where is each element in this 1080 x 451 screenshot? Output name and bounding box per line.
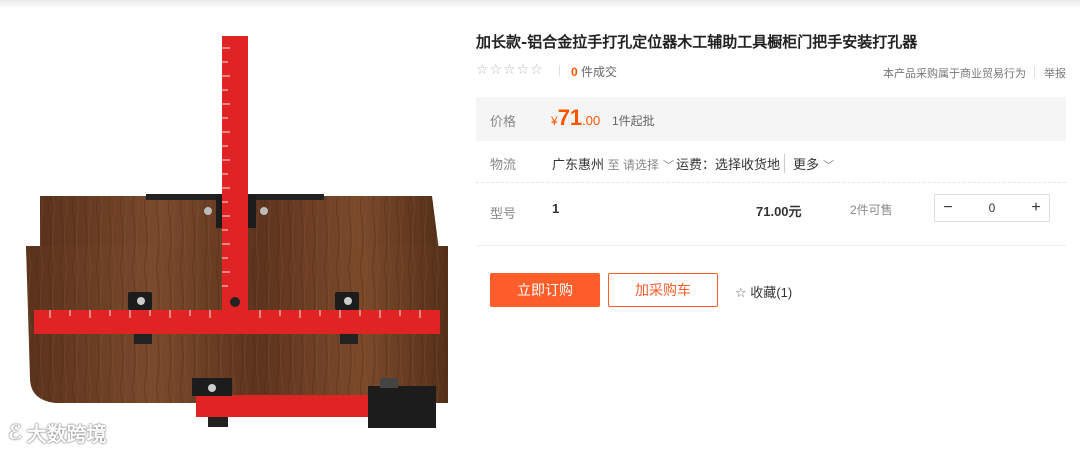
destination-select[interactable]: 至 请选择 — [608, 158, 659, 172]
decrease-button[interactable]: − — [935, 199, 961, 217]
star-icon: ☆ — [735, 285, 747, 300]
top-shadow-bar — [0, 0, 1080, 8]
chevron-down-icon: ﹀ — [662, 160, 674, 172]
divider: | — [558, 63, 562, 77]
price-decimal: .00 — [582, 113, 601, 128]
quantity-input[interactable]: 0 — [961, 201, 1023, 215]
divider — [476, 182, 1066, 183]
chevron-down-icon: ﹀ — [823, 160, 835, 172]
minimum-order: 1件起批 — [612, 114, 655, 128]
logistics-label: 物流 — [490, 157, 517, 172]
increase-button[interactable]: + — [1023, 199, 1049, 217]
rating-stars-icon: ☆☆☆☆☆ — [476, 61, 544, 77]
sku-stock: 2件可售 — [850, 203, 893, 217]
ship-from-selector[interactable]: 广东惠州 至 请选择 ﹀ — [552, 154, 674, 173]
divider — [476, 245, 1066, 246]
report-link[interactable]: 举报 — [1044, 65, 1066, 81]
logistics-row: 物流 广东惠州 至 请选择 ﹀ 运费：选择收货地 更多 ﹀ — [476, 150, 1066, 178]
origin-city: 广东惠州 — [552, 157, 605, 172]
product-title: 加长款-铝合金拉手打孔定位器木工辅助工具橱柜门把手安装打孔器 — [476, 33, 918, 51]
trade-note: 本产品采购属于商业贸易行为 — [883, 68, 1026, 80]
product-image[interactable] — [0, 28, 470, 451]
sku-name: 1 — [552, 201, 560, 216]
more-label: 更多 — [793, 157, 820, 172]
watermark-text: 大数跨境 — [26, 424, 107, 446]
favorite-label: 收藏(1) — [750, 285, 793, 300]
sold-suffix: 件成交 — [581, 65, 618, 79]
watermark: ℰ 大数跨境 — [8, 418, 107, 447]
rating-row: ☆☆☆☆☆ | 0 件成交 本产品采购属于商业贸易行为 | 举报 — [476, 61, 1066, 81]
add-to-cart-button[interactable]: 加采购车 — [608, 273, 718, 307]
watermark-logo-icon: ℰ — [8, 422, 23, 444]
sku-row: 型号 1 71.00元 2件可售 − 0 + — [476, 190, 1066, 230]
divider: | — [1032, 64, 1036, 78]
quantity-stepper: − 0 + — [934, 194, 1050, 222]
price-integer: 71 — [557, 105, 583, 130]
sku-label: 型号 — [490, 206, 517, 221]
price-box: 价格 ¥71.00 1件起批 — [476, 97, 1066, 141]
price-currency: ¥ — [551, 114, 558, 128]
sku-price: 71.00元 — [756, 204, 802, 219]
freight-text: 运费：选择收货地 — [676, 157, 781, 172]
more-dropdown[interactable]: 更多 ﹀ — [784, 154, 834, 173]
price-label: 价格 — [490, 114, 517, 129]
price-value: ¥71.00 — [551, 105, 600, 131]
favorite-button[interactable]: ☆ 收藏(1) — [735, 282, 792, 301]
buy-now-button[interactable]: 立即订购 — [490, 273, 600, 307]
sold-count: 0 件成交 — [571, 63, 617, 80]
sold-number: 0 — [571, 65, 578, 79]
